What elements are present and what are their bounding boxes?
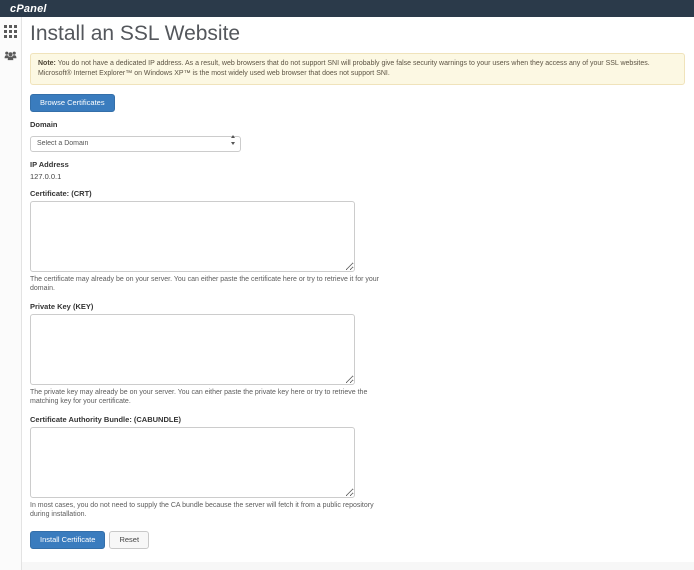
private-key-textarea[interactable] [30,314,355,385]
notice-text: You do not have a dedicated IP address. … [38,60,650,77]
domain-label: Domain [30,120,685,129]
browse-certificates-button[interactable]: Browse Certificates [30,94,115,113]
ip-address-value: 127.0.0.1 [30,172,685,181]
reset-button[interactable]: Reset [109,531,149,550]
domain-select[interactable]: Select a Domain [30,136,241,152]
cabundle-help-text: In most cases, you do not need to supply… [30,501,390,520]
sidebar [0,17,22,570]
app-header: cPanel [0,0,694,17]
page-title: Install an SSL Website [30,21,685,46]
certificate-help-text: The certificate may already be on your s… [30,275,390,294]
install-certificate-button[interactable]: Install Certificate [30,531,105,550]
notice-label: Note: [38,60,56,67]
private-key-help-text: The private key may already be on your s… [30,388,390,407]
certificate-label: Certificate: (CRT) [30,189,685,198]
cabundle-textarea[interactable] [30,427,355,498]
cabundle-label: Certificate Authority Bundle: (CABUNDLE) [30,415,685,424]
private-key-label: Private Key (KEY) [30,302,685,311]
main-content: Install an SSL Website Note: You do not … [22,17,694,570]
cpanel-logo: cPanel [10,3,47,15]
apps-grid-icon[interactable] [4,25,17,38]
certificate-textarea[interactable] [30,201,355,272]
sni-warning-notice: Note: You do not have a dedicated IP add… [30,53,685,85]
ip-address-label: IP Address [30,160,685,169]
page-shell: Install an SSL Website Note: You do not … [0,17,694,570]
footer-band [22,562,694,570]
user-groups-icon[interactable] [4,49,17,62]
